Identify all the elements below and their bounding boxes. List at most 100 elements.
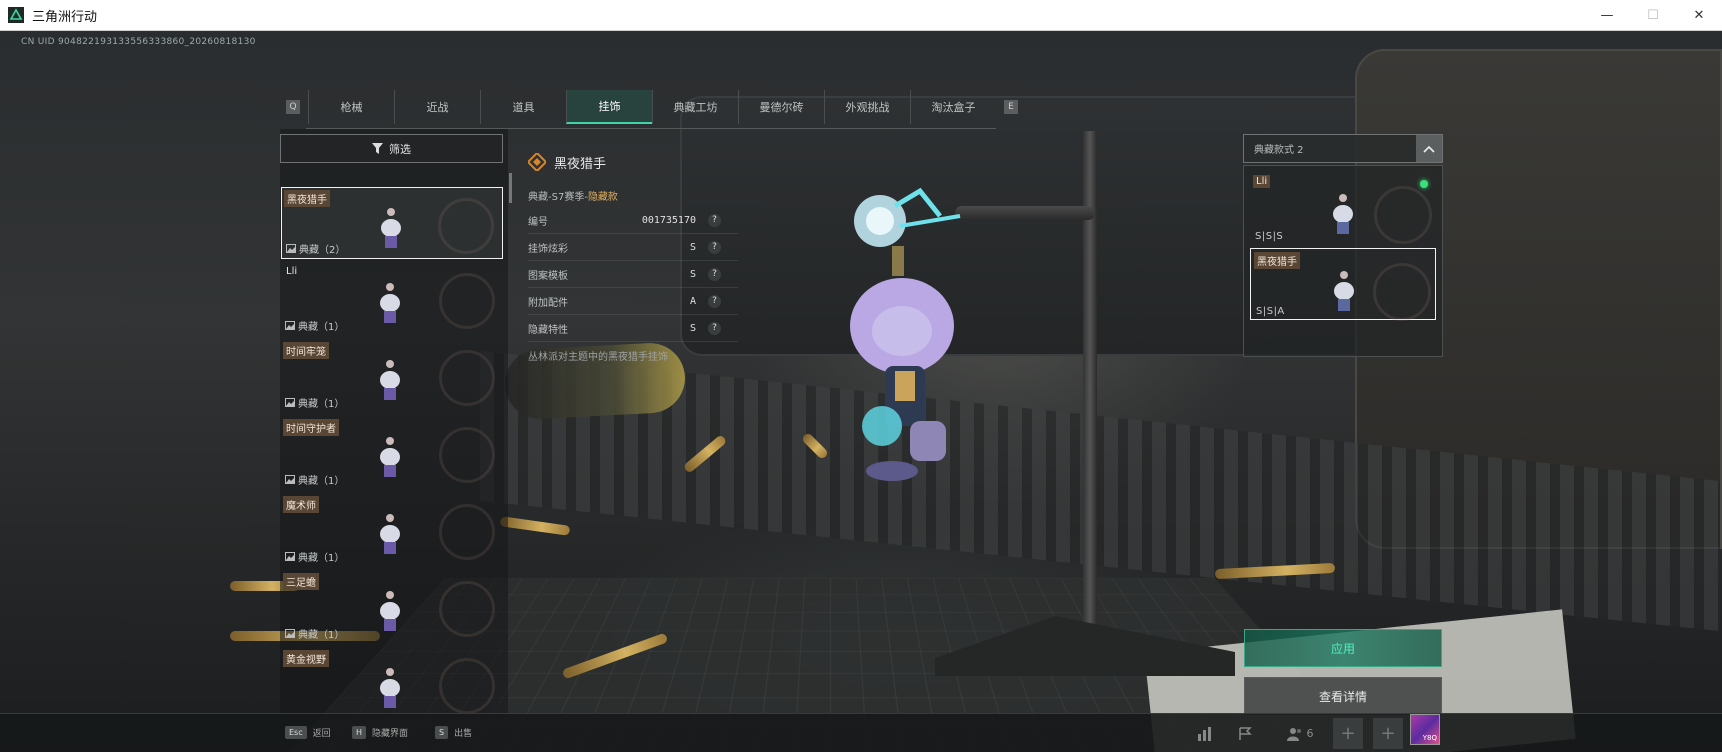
hint-label: 返回 — [312, 729, 331, 739]
image-icon — [285, 321, 295, 330]
attribute-row: 图案模板 S? — [528, 261, 738, 288]
tab-items[interactable]: 道具 — [480, 90, 566, 124]
charm-list-item[interactable]: 黑夜猎手 典藏（2） — [281, 187, 503, 259]
charm-thumbnail — [1333, 194, 1353, 234]
next-tab-key[interactable]: E — [1004, 100, 1018, 114]
hint-back[interactable]: Esc 返回 — [285, 726, 331, 739]
variant-item[interactable]: Lli S|S|S — [1250, 172, 1436, 244]
charm-list-item[interactable]: 时间牢笼典藏（1） — [281, 340, 503, 412]
hint-key: Esc — [285, 726, 307, 739]
player-uid: CN UID 904822193133556333860_20260818130 — [21, 37, 256, 47]
close-button[interactable]: ✕ — [1676, 0, 1722, 31]
variant-grade: S|S|S — [1255, 231, 1284, 242]
bullet-prop — [499, 516, 571, 536]
variant-dropdown[interactable]: 典藏款式 2 — [1243, 134, 1443, 163]
variant-dropdown-label: 典藏款式 2 — [1254, 145, 1304, 156]
avatar[interactable]: Y8Q — [1410, 714, 1440, 745]
help-icon[interactable]: ? — [708, 240, 721, 254]
charm-thumbnail — [380, 514, 400, 554]
tab-melee[interactable]: 近战 — [394, 90, 480, 124]
attribute-label: 编号 — [528, 216, 548, 228]
charm-count: 典藏（1） — [285, 549, 344, 564]
add-friend-slot[interactable]: + — [1373, 718, 1403, 749]
equipped-indicator — [1420, 180, 1428, 188]
charm-list-item[interactable]: 黄金视野 — [281, 648, 503, 720]
attribute-label: 挂饰炫彩 — [528, 243, 568, 255]
collection-emblem — [439, 273, 495, 329]
image-icon — [286, 244, 296, 253]
filter-label: 筛选 — [389, 142, 411, 156]
charm-name: 黄金视野 — [283, 650, 329, 667]
variant-grade: S|S|A — [1256, 306, 1285, 317]
charm-list-item[interactable]: 时间守护者 典藏（1） — [281, 417, 503, 489]
tab-elimination-box[interactable]: 淘汰盒子 — [910, 90, 996, 124]
flag-icon[interactable] — [1230, 718, 1260, 749]
collection-emblem — [1373, 263, 1431, 321]
charm-thumbnail — [381, 208, 401, 248]
users-icon — [1286, 727, 1301, 741]
attribute-row: 编号 001735170? — [528, 207, 738, 234]
maximize-button[interactable]: ☐ — [1630, 0, 1676, 31]
hint-hide-ui[interactable]: H 隐藏界面 — [352, 726, 408, 739]
prev-tab-key[interactable]: Q — [286, 100, 300, 114]
tab-firearms[interactable]: 枪械 — [308, 90, 394, 124]
image-icon — [285, 629, 295, 638]
tab-collection-workshop[interactable]: 典藏工坊 — [652, 90, 738, 124]
help-icon[interactable]: ? — [708, 213, 721, 227]
window-title: 三角洲行动 — [32, 9, 98, 25]
collection-emblem — [439, 658, 495, 714]
charm-name: 时间牢笼 — [283, 342, 329, 359]
variant-list: Lli S|S|S 黑夜猎手 S|S|A — [1243, 165, 1443, 357]
charm-list-item[interactable]: 三足蟾 典藏（1） — [281, 571, 503, 643]
stats-icon[interactable] — [1190, 718, 1220, 749]
hint-sell[interactable]: S 出售 — [435, 726, 472, 739]
image-icon — [285, 475, 295, 484]
charm-thumbnail — [1334, 271, 1354, 311]
view-details-button[interactable]: 查看详情 — [1244, 677, 1442, 715]
filter-icon — [372, 143, 383, 154]
help-icon[interactable]: ? — [708, 294, 721, 308]
charm-thumbnail — [380, 283, 400, 323]
charm-list-item[interactable]: Lli 典藏（1） — [281, 263, 503, 335]
charm-count: 典藏（1） — [285, 472, 344, 487]
charm-count: 典藏（1） — [285, 395, 344, 410]
collection-emblem — [438, 198, 494, 254]
squad-count: 6 — [1306, 727, 1314, 740]
variant-name: Lli — [1253, 175, 1271, 188]
squad-button[interactable]: 6 — [1280, 718, 1320, 749]
charm-list-item[interactable]: 魔术师 典藏（1） — [281, 494, 503, 566]
collection-emblem — [439, 350, 495, 406]
image-icon — [285, 552, 295, 561]
charm-subtitle: 典藏-S7赛季-隐藏款 — [528, 192, 618, 203]
charm-count: 典藏（1） — [285, 626, 344, 641]
charm-thumbnail — [380, 360, 400, 400]
tab-mandel-brick[interactable]: 曼德尔砖 — [738, 90, 824, 124]
minimize-button[interactable]: — — [1584, 0, 1630, 31]
list-scrollbar[interactable] — [509, 173, 512, 203]
attribute-value: A — [689, 295, 696, 307]
charm-title: 黑夜猎手 — [554, 156, 607, 172]
variant-item[interactable]: 黑夜猎手 S|S|A — [1250, 248, 1436, 321]
collection-emblem — [439, 427, 495, 483]
collection-emblem — [439, 504, 495, 560]
add-friend-slot[interactable]: + — [1333, 718, 1363, 749]
charm-name: Lli — [286, 266, 298, 277]
attribute-value: S — [689, 241, 696, 253]
charm-name: 黑夜猎手 — [284, 190, 330, 207]
hint-key: H — [352, 726, 367, 739]
attribute-label: 图案模板 — [528, 270, 568, 282]
tab-charms[interactable]: 挂饰 — [566, 90, 652, 124]
bottom-bar: Esc 返回 H 隐藏界面 S 出售 6 + + — [0, 713, 1722, 752]
attribute-label: 附加配件 — [528, 297, 568, 309]
apply-button[interactable]: 应用 — [1244, 629, 1442, 667]
window-titlebar: 三角洲行动 — ☐ ✕ — [0, 0, 1722, 31]
tab-appearance-challenge[interactable]: 外观挑战 — [824, 90, 910, 124]
help-icon[interactable]: ? — [708, 267, 721, 281]
help-icon[interactable]: ? — [708, 321, 721, 335]
delta-force-logo-icon — [8, 7, 24, 23]
filter-button[interactable]: 筛选 — [280, 134, 503, 163]
attribute-value: S — [689, 322, 696, 334]
charm-description: 丛林派对主题中的黑夜猎手挂饰 — [528, 352, 668, 363]
attribute-row: 隐藏特性 S? — [528, 315, 738, 342]
charm-model[interactable] — [840, 186, 1000, 486]
